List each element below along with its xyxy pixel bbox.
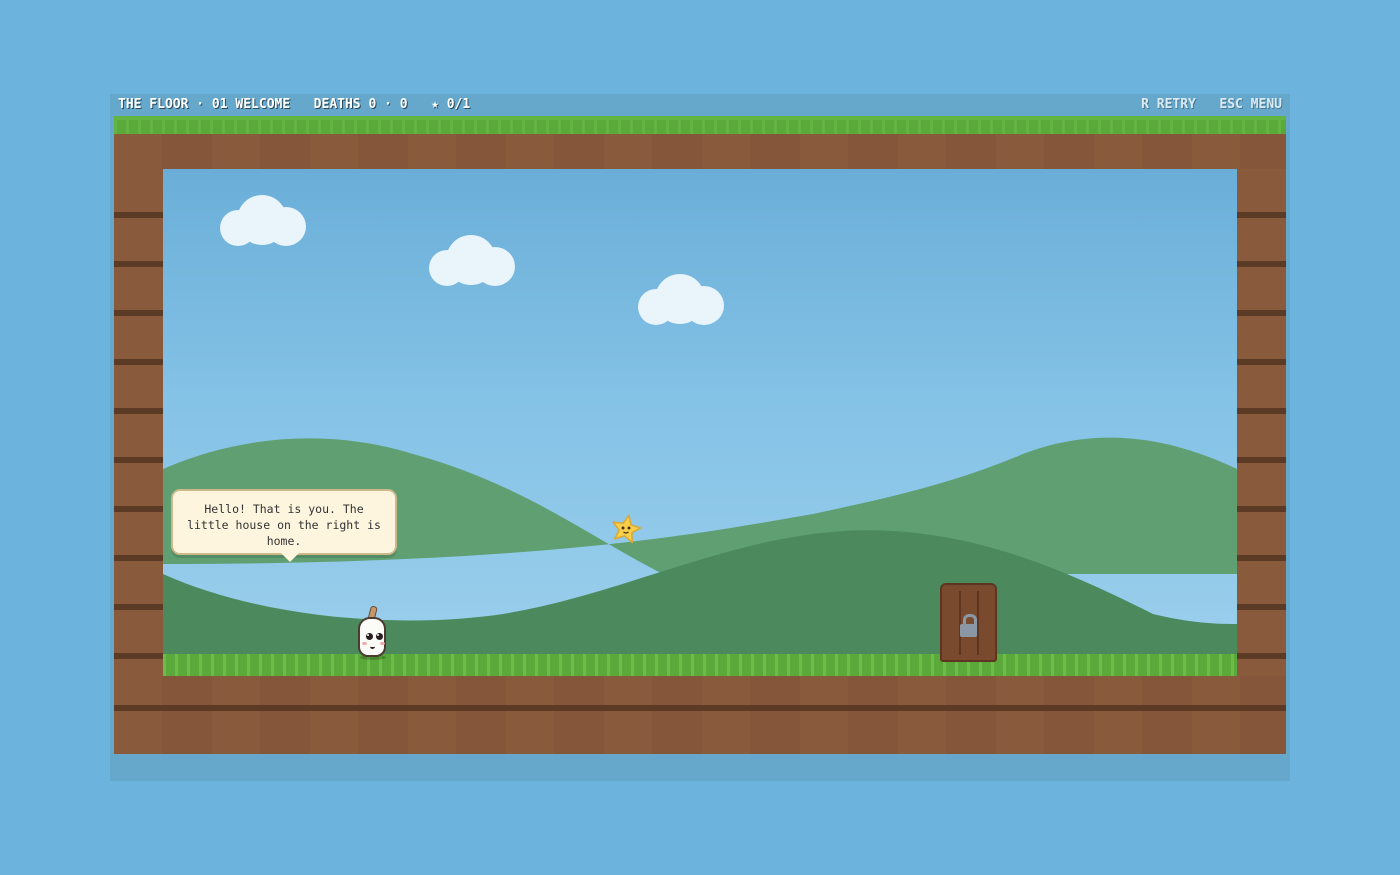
sky-background: Hello! That is you. The little house on …: [163, 169, 1237, 676]
right-wall: [1237, 169, 1286, 676]
left-wall: [114, 169, 163, 676]
player-eye-left: [366, 633, 373, 640]
level-title: THE FLOOR · 01 WELCOME: [118, 97, 291, 112]
player-mouth: [370, 644, 375, 649]
retry-button[interactable]: R RETRY: [1141, 94, 1196, 116]
ground-grass: [163, 654, 1237, 676]
door-plank: [977, 591, 979, 655]
death-counter: DEATHS 0 · 0: [313, 97, 408, 112]
ceiling-grass: [114, 116, 1286, 134]
star-icon: [612, 514, 642, 544]
player-blush-right: [380, 642, 385, 645]
player-body: [358, 617, 386, 657]
star-counter: ★ 0/1: [431, 97, 471, 112]
door-plank: [959, 591, 961, 655]
player-eye-right: [376, 633, 383, 640]
menu-button[interactable]: ESC MENU: [1219, 94, 1282, 116]
game-screen: THE FLOOR · 01 WELCOME DEATHS 0 · 0 ★ 0/…: [110, 94, 1290, 781]
level-board: Hello! That is you. The little house on …: [114, 116, 1286, 754]
hud-bar: THE FLOOR · 01 WELCOME DEATHS 0 · 0 ★ 0/…: [110, 94, 1290, 116]
hud-right: R RETRY ESC MENU: [1141, 94, 1282, 116]
door[interactable]: [940, 583, 997, 662]
hills: [163, 437, 1237, 659]
lock-icon: [960, 624, 977, 637]
player-blush-left: [362, 642, 367, 645]
player-candle: [356, 605, 390, 661]
ground-dirt: [114, 676, 1286, 754]
speech-bubble: Hello! That is you. The little house on …: [171, 489, 397, 562]
hud-left: THE FLOOR · 01 WELCOME DEATHS 0 · 0 ★ 0/…: [118, 94, 470, 116]
